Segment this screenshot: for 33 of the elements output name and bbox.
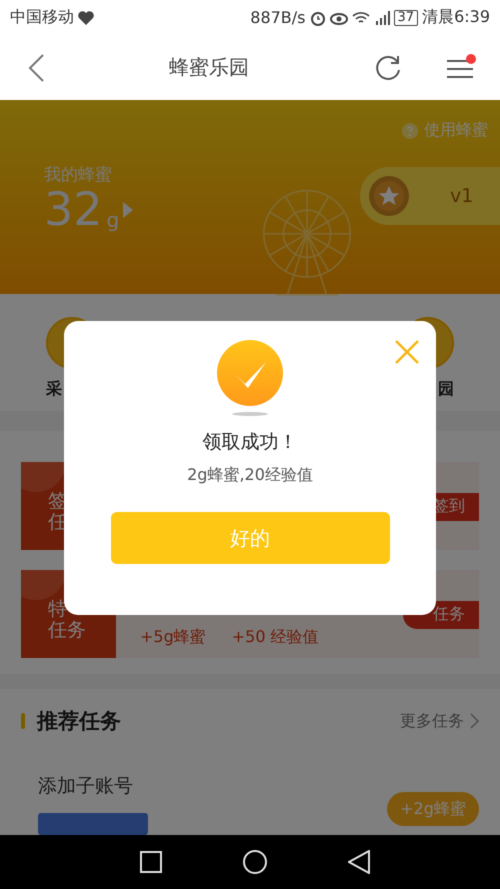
more-tasks-link[interactable]: 更多任务 [400, 710, 479, 732]
reward-button[interactable]: +2g蜂蜜 [387, 792, 479, 826]
heart-icon [78, 10, 94, 24]
help-icon [402, 122, 418, 138]
honey-unit: g [106, 208, 120, 232]
battery-level: 37 [394, 10, 418, 26]
dialog-title: 领取成功！ [202, 430, 298, 455]
page-title: 蜂蜜乐园 [168, 54, 250, 81]
refresh-icon[interactable] [374, 54, 402, 82]
ok-button[interactable]: 好的 [110, 512, 390, 564]
honey-label: 我的蜂蜜 [44, 164, 113, 186]
reward-text: +5g蜂蜜 [140, 626, 206, 648]
alarm-icon [310, 10, 326, 26]
recent-apps-icon[interactable] [140, 851, 162, 873]
signal-icon [374, 10, 390, 24]
level-pill[interactable]: v1 [360, 167, 500, 225]
star-badge-icon [368, 175, 410, 217]
carrier-name: 中国移动 [10, 7, 74, 28]
network-speed: 887B/s [250, 8, 306, 27]
eye-icon [330, 10, 348, 24]
use-honey-link[interactable]: 使用蜂蜜 [424, 120, 488, 141]
chevron-right-icon [470, 713, 479, 729]
shortcut-label: 园 [438, 379, 454, 400]
home-icon[interactable] [242, 850, 267, 874]
honey-amount: 32 [44, 186, 103, 232]
dialog-message: 2g蜂蜜,20经验值 [187, 465, 313, 486]
section-title: 推荐任务 [37, 708, 122, 735]
task-name: 添加子账号 [38, 774, 134, 799]
wifi-icon [352, 10, 370, 24]
clock-time: 清晨6:39 [422, 7, 490, 28]
check-icon [216, 339, 284, 417]
reward-text: +50 经验值 [232, 626, 319, 648]
shortcut-label: 采 [46, 379, 62, 400]
